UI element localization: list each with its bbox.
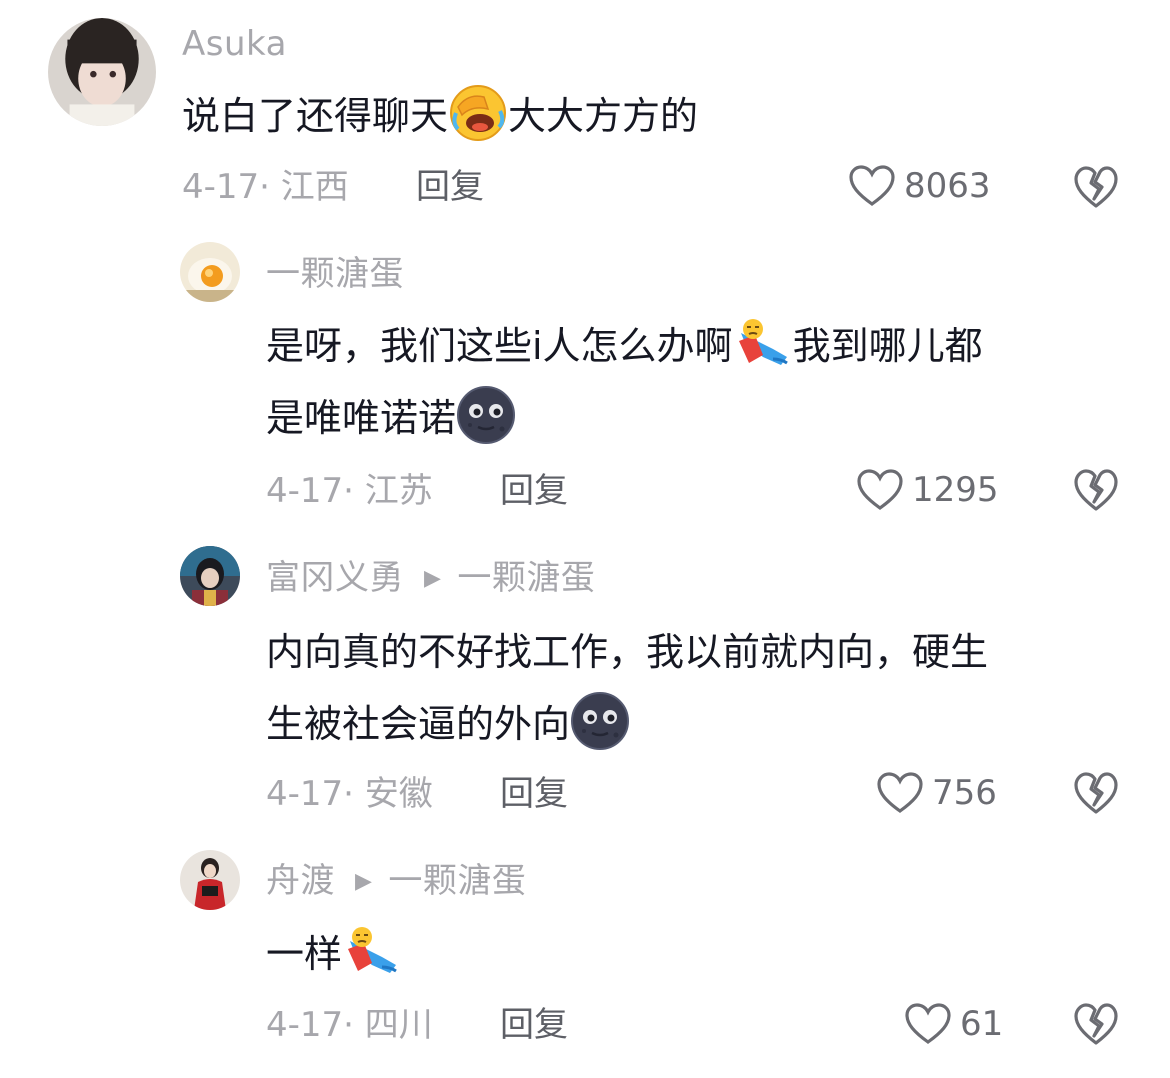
like-count: 1295 [912,470,999,510]
comment-text: 是呀，我们这些i人怎么办啊 我到哪儿都 是唯唯诺诺 [266,310,983,454]
comment-text: 内向真的不好找工作，我以前就内向，硬生 生被社会逼的外向 [266,616,988,760]
username[interactable]: Asuka [182,27,287,61]
like-button[interactable]: 756 [876,771,997,815]
fallen-person-emoji-icon [342,921,402,981]
reply-arrow-icon: ▶ [424,566,442,591]
reply-to-username[interactable]: 一颗溏蛋 [388,861,526,901]
heart-icon [877,772,923,813]
comment-text-line: 是呀，我们这些i人怎么办啊 我到哪儿都 [266,310,983,382]
like-count: 8063 [904,166,991,206]
avatar[interactable] [180,850,240,910]
reply-to-username[interactable]: 一颗溏蛋 [457,558,595,598]
comment-text-line: 生被社会逼的外向 [266,688,988,760]
comment-text: 一样 [266,918,402,990]
comment-meta: 4-17· 四川 [266,1005,433,1045]
comment-text-line: 内向真的不好找工作，我以前就内向，硬生 [266,630,989,674]
like-button[interactable]: 1295 [856,468,999,512]
fallen-person-emoji-icon [733,313,793,373]
like-count: 756 [932,773,997,813]
username[interactable]: 富冈义勇 ▶ 一颗溏蛋 [266,561,595,595]
broken-heart-icon[interactable] [1073,771,1119,815]
reply-button[interactable]: 回复 [500,777,568,811]
broken-heart-icon[interactable] [1073,1002,1119,1046]
dark-moon-face-emoji-icon [456,385,516,445]
dark-moon-face-emoji-icon [570,691,630,751]
heart-icon [857,469,903,510]
avatar[interactable] [180,242,240,302]
broken-heart-icon[interactable] [1073,165,1119,209]
comment-item: 一颗溏蛋 是呀，我们这些i人怎么办啊 我到哪儿都 是唯唯诺诺 4-17· 江苏 回… [0,230,1170,530]
like-count: 61 [960,1004,1004,1044]
username[interactable]: 一颗溏蛋 [266,257,404,291]
heart-icon [905,1003,951,1044]
comment-text: 说白了还得聊天 大大方方的 [182,80,698,152]
reply-button[interactable]: 回复 [500,474,568,508]
avatar[interactable] [48,18,156,126]
comment-meta: 4-17· 安徽 [266,774,433,814]
broken-heart-icon[interactable] [1073,468,1119,512]
comment-item: 舟渡 ▶ 一颗溏蛋 一样 4-17· 四川 回复 61 [0,836,1170,1078]
comment-meta: 4-17· 江苏 [266,471,433,511]
heart-icon [849,165,895,206]
facepalm-laugh-emoji-icon [448,83,508,143]
username[interactable]: 舟渡 ▶ 一颗溏蛋 [266,864,526,898]
avatar[interactable] [180,546,240,606]
comment-item: 富冈义勇 ▶ 一颗溏蛋 内向真的不好找工作，我以前就内向，硬生 生被社会逼的外向 4… [0,532,1170,832]
comment-item: Asuka 说白了还得聊天 大大方方的 4-17· 江西 回复 8063 [0,0,1170,230]
reply-button[interactable]: 回复 [500,1008,568,1042]
like-button[interactable]: 61 [904,1002,1003,1046]
reply-arrow-icon: ▶ [355,869,373,894]
reply-button[interactable]: 回复 [416,170,484,204]
comment-meta: 4-17· 江西 [182,167,349,207]
like-button[interactable]: 8063 [848,164,991,208]
comment-text-line: 是唯唯诺诺 [266,382,983,454]
